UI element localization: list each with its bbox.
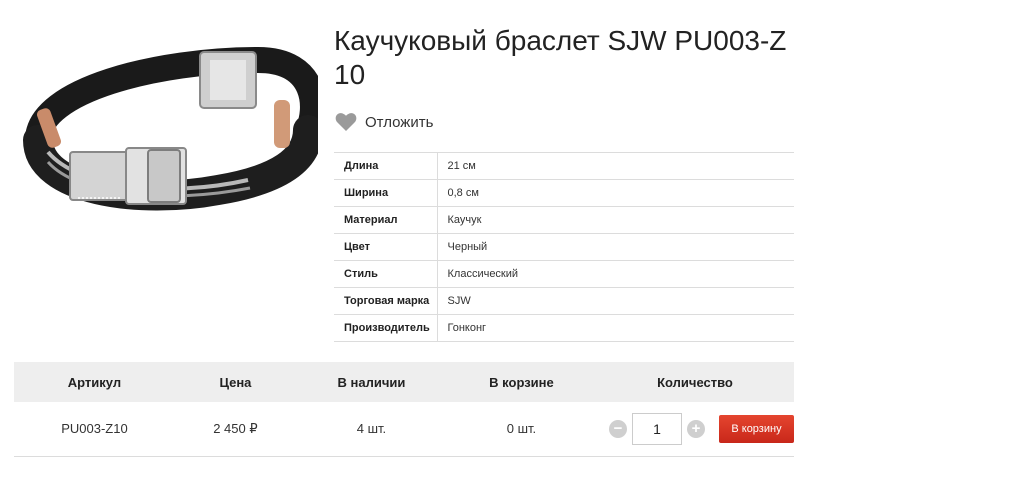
bracelet-photo [23,46,318,211]
minus-icon[interactable]: − [608,419,627,438]
header-in-cart: В корзине [489,374,554,390]
spec-row: Ширина 0,8 см [334,179,794,207]
spec-row: Материал Каучук [334,206,794,234]
spec-key: Ширина [334,179,438,207]
product-title: Каучуковый браслет SJW PU003-Z10 [334,25,787,90]
spec-row: Торговая марка SJW [334,287,794,315]
in-cart-value: 0 шт. [506,421,537,437]
stock-value: 4 шт. [356,421,387,437]
header-price: Цена [219,374,252,390]
spec-value: 0,8 см [447,187,479,199]
spec-row: Длина 21 см [334,152,794,180]
heart-icon [335,113,357,131]
quantity-cell: − + В корзину [596,402,794,456]
plus-icon[interactable]: + [686,419,705,438]
spec-key: Цвет [334,233,438,261]
spec-key: Производитель [334,314,438,342]
spec-key: Материал [334,206,438,234]
offer-row: PU003-Z10 2 450 ₽ 4 шт. 0 шт. − + В корз… [14,402,794,456]
quantity-input[interactable] [631,412,682,445]
spec-key: Длина [334,152,438,180]
spec-value: Классический [447,268,519,280]
spec-value: 21 см [447,160,476,172]
price-value: 2 450 ₽ [213,420,258,436]
offer-table: Артикул Цена В наличии В корзине Количес… [14,362,794,457]
spec-row: Стиль Классический [334,260,794,288]
offer-header-row: Артикул Цена В наличии В корзине Количес… [14,362,794,402]
sku-value: PU003-Z10 [61,421,128,437]
spec-row: Цвет Черный [334,233,794,261]
header-sku: Артикул [67,374,122,390]
add-to-cart-button[interactable]: В корзину [718,414,794,443]
specs-table: Длина 21 см Ширина 0,8 см Материал Каучу… [334,152,794,342]
quantity-stepper: − + В корзину [596,412,794,445]
spec-row: Производитель Гонконг [334,314,794,342]
spec-key: Стиль [334,260,438,288]
header-stock: В наличии [337,374,406,390]
spec-value: Каучук [447,214,482,226]
header-quantity: Количество [657,374,733,390]
wishlist-label: Отложить [365,113,434,131]
spec-value: Гонконг [447,322,487,334]
spec-value: SJW [447,295,471,307]
wishlist-button[interactable]: Отложить [335,110,433,134]
spec-value: Черный [447,241,488,253]
product-image[interactable] [18,30,318,220]
spec-key: Торговая марка [334,287,438,315]
